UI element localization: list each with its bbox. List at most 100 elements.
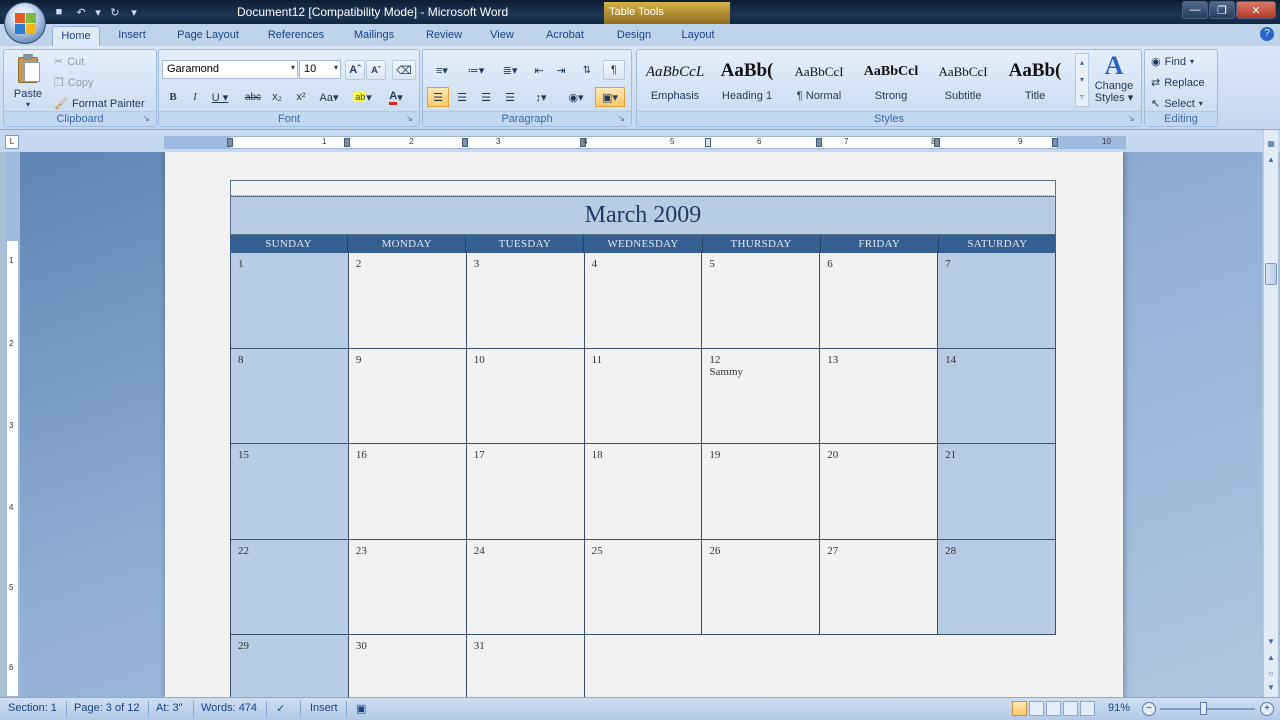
calendar-cell[interactable]: 30 — [348, 635, 467, 697]
styles-gallery-scroll[interactable]: ▴ ▾ ▿ — [1075, 53, 1089, 107]
calendar-cell[interactable]: 9 — [348, 348, 467, 444]
calendar-cell[interactable]: 28 — [938, 539, 1056, 635]
vertical-scrollbar[interactable]: ▦ ▲ ▼ ▲ ○ ▼ — [1263, 130, 1278, 697]
paste-button[interactable]: Paste ▾ — [8, 54, 48, 110]
draft-view-icon[interactable] — [1080, 701, 1095, 716]
status-section[interactable]: Section: 1 — [8, 702, 57, 714]
calendar-cell[interactable]: 15 — [231, 444, 349, 540]
tab-selector-icon[interactable]: L — [5, 135, 19, 149]
copy-button[interactable]: ❐ Copy — [54, 76, 94, 90]
zoom-out-icon[interactable]: − — [1142, 702, 1156, 716]
multilevel-list-button[interactable]: ≣▾ — [495, 60, 525, 80]
undo-icon[interactable]: ↶ — [72, 3, 90, 21]
style-subtitle[interactable]: AaBbCcI Subtitle — [929, 53, 997, 107]
status-mode[interactable]: Insert — [310, 702, 338, 714]
browse-object-icon[interactable]: ○ — [1265, 668, 1277, 680]
tab-insert[interactable]: Insert — [110, 26, 154, 46]
calendar-cell[interactable]: 23 — [348, 539, 467, 635]
next-page-icon[interactable]: ▼ — [1265, 682, 1277, 694]
select-button[interactable]: ↖ Select ▾ — [1151, 97, 1203, 111]
font-color-button[interactable]: A ▾ — [381, 87, 411, 107]
minimize-icon[interactable]: — — [1182, 1, 1208, 19]
calendar-table[interactable]: March 2009 SUNDAY MONDAY TUESDAY WEDNESDAY T… — [230, 196, 1056, 697]
style-title[interactable]: AaBb( Title — [1001, 53, 1069, 107]
calendar-cell[interactable]: 25 — [584, 539, 703, 635]
zoom-slider[interactable] — [1160, 708, 1255, 710]
calendar-cell[interactable]: 5 — [702, 253, 821, 349]
format-painter-button[interactable]: 🖌 Format Painter — [54, 97, 145, 111]
tab-mailings[interactable]: Mailings — [344, 26, 404, 46]
zoom-slider-thumb[interactable] — [1200, 702, 1207, 715]
italic-button[interactable]: I — [185, 87, 205, 107]
calendar-day-header[interactable]: THURSDAY — [703, 235, 821, 253]
calendar-cell[interactable]: 27 — [820, 539, 939, 635]
scroll-up-icon[interactable]: ▲ — [1265, 154, 1277, 166]
calendar-cell[interactable]: 8 — [231, 348, 349, 444]
replace-button[interactable]: ⇄ Replace — [1151, 76, 1205, 90]
undo-dropdown-icon[interactable]: ▾ — [94, 3, 102, 21]
align-center-button[interactable]: ☰ — [451, 87, 473, 107]
paste-dropdown-icon[interactable]: ▾ — [8, 100, 48, 109]
calendar-cell[interactable]: 18 — [584, 444, 703, 540]
font-size-dropdown-icon[interactable]: ▾ — [334, 63, 338, 72]
tab-acrobat[interactable]: Acrobat — [536, 26, 594, 46]
horizontal-ruler[interactable]: 1 2 3 4 5 6 7 8 9 10 — [164, 136, 1126, 149]
style-heading-1[interactable]: AaBb( Heading 1 — [713, 53, 781, 107]
ruler-column-marker[interactable] — [344, 138, 350, 147]
web-layout-view-icon[interactable] — [1046, 701, 1061, 716]
highlight-button[interactable]: ab ▾ — [349, 87, 377, 107]
ruler-column-marker[interactable] — [462, 138, 468, 147]
show-hide-button[interactable]: ¶ — [603, 60, 625, 80]
calendar-cell[interactable]: 22 — [231, 539, 349, 635]
calendar-cell[interactable]: 7 — [938, 253, 1056, 349]
zoom-level[interactable]: 91% — [1108, 702, 1130, 714]
font-launcher-icon[interactable]: ↘ — [406, 114, 416, 124]
calendar-cell[interactable] — [702, 635, 821, 697]
ruler-column-marker[interactable] — [227, 138, 233, 147]
zoom-in-icon[interactable]: + — [1260, 702, 1274, 716]
style-emphasis[interactable]: AaBbCcL Emphasis — [641, 53, 709, 107]
shrink-font-button[interactable]: Aˇ — [366, 60, 386, 80]
grow-font-button[interactable]: Aˆ — [345, 60, 365, 80]
calendar-cell[interactable]: 12 Sammy — [702, 348, 821, 444]
calendar-day-header[interactable]: FRIDAY — [821, 235, 939, 253]
calendar-cell[interactable]: 31 — [466, 635, 585, 697]
sort-button[interactable]: ⇅ — [575, 60, 599, 80]
calendar-cell[interactable]: 29 — [231, 635, 349, 697]
header-row[interactable] — [230, 180, 1056, 196]
decrease-indent-button[interactable]: ⇤ — [529, 60, 549, 80]
customize-qat-icon[interactable]: ▾ — [128, 3, 140, 21]
tab-layout[interactable]: Layout — [672, 26, 724, 46]
tab-review[interactable]: Review — [418, 26, 470, 46]
tab-page-layout[interactable]: Page Layout — [168, 26, 248, 46]
strikethrough-button[interactable]: abc — [241, 87, 265, 107]
underline-button[interactable]: U ▾ — [207, 87, 233, 107]
bullets-button[interactable]: ≡▾ — [427, 60, 457, 80]
find-dropdown-icon[interactable]: ▾ — [1190, 57, 1194, 66]
shading-button[interactable]: ◉▾ — [561, 87, 591, 107]
calendar-cell[interactable]: 16 — [348, 444, 467, 540]
calendar-day-header[interactable]: WEDNESDAY — [584, 235, 703, 253]
font-name-dropdown-icon[interactable]: ▾ — [291, 63, 295, 72]
bold-button[interactable]: B — [163, 87, 183, 107]
style-normal[interactable]: AaBbCcI ¶ Normal — [785, 53, 853, 107]
calendar-cell[interactable]: 20 — [820, 444, 939, 540]
ruler-column-marker[interactable] — [1052, 138, 1058, 147]
numbering-button[interactable]: ≔▾ — [461, 60, 491, 80]
calendar-day-header[interactable]: MONDAY — [348, 235, 467, 253]
justify-button[interactable]: ☰ — [499, 87, 521, 107]
previous-page-icon[interactable]: ▲ — [1265, 652, 1277, 664]
clear-formatting-button[interactable]: ⌫ — [392, 60, 416, 80]
calendar-cell[interactable]: 10 — [466, 348, 585, 444]
calendar-cell[interactable]: 2 — [348, 253, 467, 349]
calendar-cell[interactable]: 24 — [466, 539, 585, 635]
calendar-cell[interactable]: 6 — [820, 253, 939, 349]
calendar-cell[interactable] — [584, 635, 703, 697]
calendar-day-header[interactable]: SATURDAY — [939, 235, 1056, 253]
calendar-day-header[interactable]: TUESDAY — [466, 235, 585, 253]
scroll-thumb[interactable] — [1265, 263, 1277, 285]
change-case-button[interactable]: Aa▾ — [315, 87, 343, 107]
calendar-cell[interactable]: 21 — [938, 444, 1056, 540]
ruler-indent-marker[interactable] — [705, 138, 711, 147]
select-dropdown-icon[interactable]: ▾ — [1199, 99, 1203, 108]
